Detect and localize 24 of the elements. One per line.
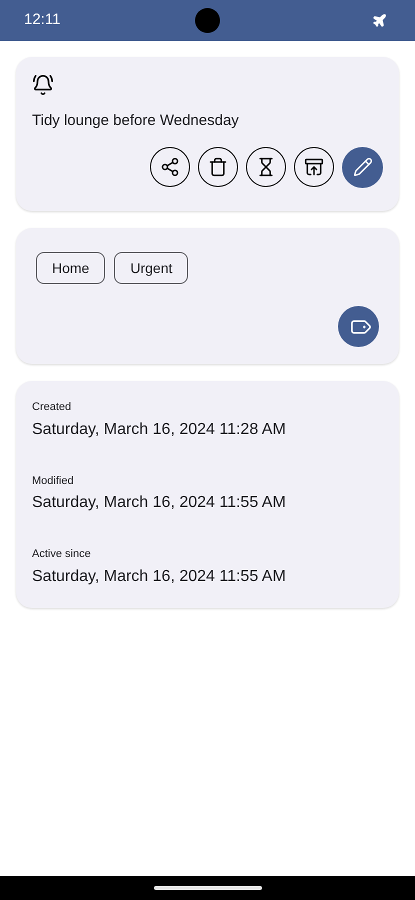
- archive-button[interactable]: [294, 146, 334, 186]
- info-label: Modified: [32, 474, 75, 488]
- edit-button[interactable]: [342, 146, 383, 188]
- share-button[interactable]: [150, 146, 190, 186]
- info-label: Active since: [32, 547, 92, 562]
- info-value: Saturday, March 16, 2024 11:55 AM: [32, 493, 287, 513]
- delete-button[interactable]: [198, 146, 238, 186]
- note-title: Tidy lounge before Wednesday: [32, 111, 240, 131]
- snooze-button[interactable]: [246, 146, 286, 186]
- alarm-bell-icon: [32, 74, 54, 96]
- label-chip[interactable]: Home: [36, 252, 106, 284]
- share-icon: [160, 156, 180, 176]
- info-value: Saturday, March 16, 2024 11:55 AM: [32, 566, 287, 586]
- edit-labels-button[interactable]: [338, 306, 379, 347]
- camera-cutout: [195, 8, 220, 33]
- archive-icon: [304, 156, 324, 176]
- home-handle[interactable]: [154, 886, 262, 890]
- status-time: 12:11: [24, 10, 60, 30]
- pencil-icon: [352, 157, 372, 177]
- info-value: Saturday, March 16, 2024 11:28 AM: [32, 420, 287, 440]
- airplane-mode-icon: [372, 13, 387, 28]
- info-label: Created: [32, 400, 72, 415]
- trash-icon: [208, 156, 228, 176]
- label-chip[interactable]: Urgent: [114, 252, 188, 284]
